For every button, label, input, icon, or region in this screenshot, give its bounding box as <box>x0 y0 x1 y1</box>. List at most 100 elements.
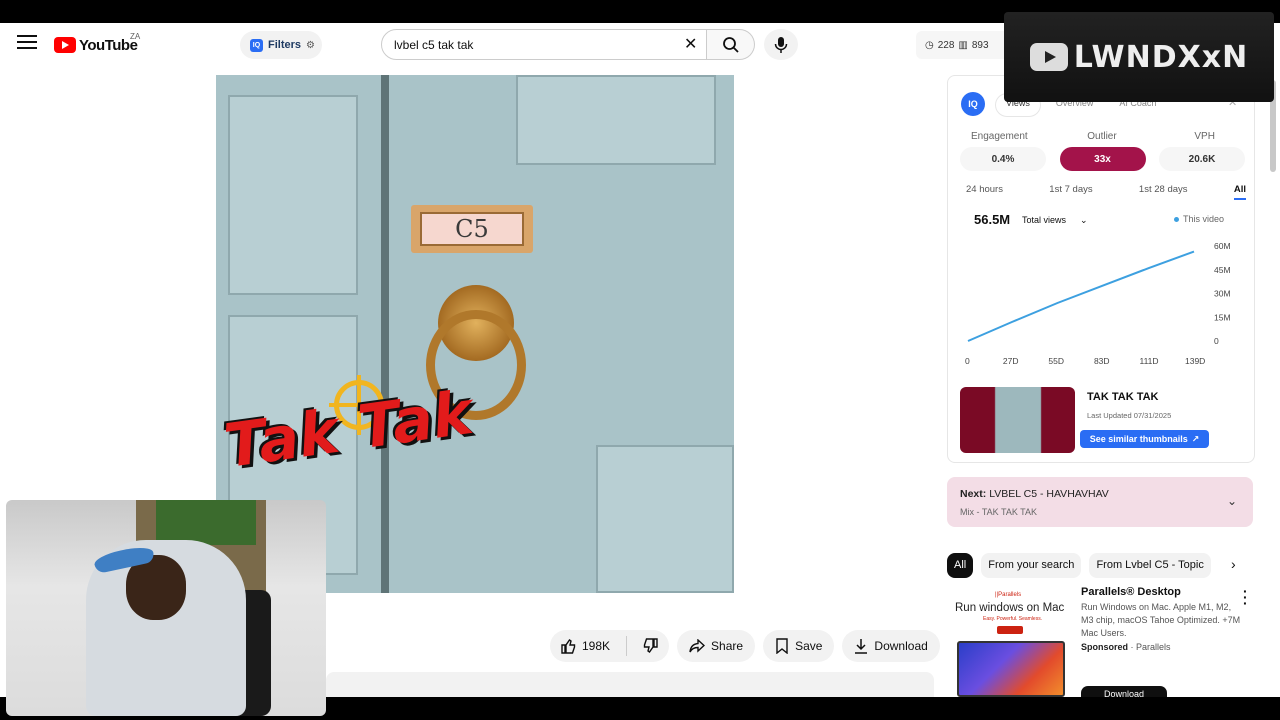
metric-label-outlier: Outlier <box>1087 131 1117 142</box>
similar-label: See similar thumbnails <box>1089 434 1188 444</box>
download-button[interactable]: Download <box>842 630 940 662</box>
filter-chips: All From your search From Lvbel C5 - Top… <box>947 552 1253 578</box>
clock-icon: ◷ <box>925 39 934 51</box>
youtube-play-icon <box>1029 43 1068 71</box>
save-button[interactable]: Save <box>763 630 835 662</box>
share-button[interactable]: Share <box>677 630 756 662</box>
metric-vph: 20.6K <box>1159 147 1245 171</box>
metric-label-vph: VPH <box>1194 131 1215 142</box>
y-tick-label: 60M <box>1214 241 1231 251</box>
download-label: Download <box>874 639 928 653</box>
door-gap <box>381 75 389 593</box>
range-tabs: 24 hours 1st 7 days 1st 28 days All <box>966 184 1246 200</box>
next-up-box[interactable]: Next: LVBEL C5 - HAVHAVHAV Mix - TAK TAK… <box>947 477 1253 527</box>
next-subtitle: Mix - TAK TAK TAK <box>960 507 1038 517</box>
overlay-channel-name: LWNDXxN <box>1073 39 1249 75</box>
webcam-overlay <box>6 500 326 716</box>
ad-description: Run Windows on Mac. Apple M1, M2, M3 chi… <box>1081 602 1241 638</box>
range-24h[interactable]: 24 hours <box>966 184 1003 200</box>
legend-dot-icon <box>1174 216 1179 222</box>
like-dislike-group: 198K <box>550 630 670 662</box>
metric-values: 0.4% 33x 20.6K <box>960 147 1245 171</box>
filters-button[interactable]: IQ Filters ⚙ <box>240 31 322 59</box>
webcam-plant <box>156 500 256 545</box>
dislike-button[interactable] <box>633 630 669 662</box>
microphone-icon <box>774 36 788 53</box>
door-panel <box>516 75 716 165</box>
ad-brand-tag: ||Parallels <box>995 592 1022 598</box>
ad-screen-graphic <box>957 641 1065 697</box>
ad-image[interactable]: ||Parallels Run windows on Mac Easy. Pow… <box>947 586 1073 697</box>
like-count: 198K <box>582 639 611 653</box>
stat-left: 228 <box>937 39 955 51</box>
plate-text: C5 <box>420 212 524 246</box>
more-vert-icon[interactable]: · · · <box>1243 584 1248 610</box>
x-tick-label: 27D <box>1003 356 1019 366</box>
y-tick-label: 45M <box>1214 265 1231 275</box>
description-box[interactable] <box>326 672 934 697</box>
ad-headline: Run windows on Mac <box>955 602 1065 614</box>
thumbs-down-icon <box>643 638 658 653</box>
y-tick-label: 0 <box>1214 336 1219 346</box>
chevron-right-icon[interactable]: › <box>1231 556 1236 572</box>
external-link-icon: ↗ <box>1191 433 1200 444</box>
search-button[interactable] <box>707 29 755 60</box>
range-all[interactable]: All <box>1233 184 1246 200</box>
youtube-logo[interactable]: YouTube <box>54 35 138 55</box>
views-select-label: Total views <box>1022 215 1067 225</box>
legend-label: This video <box>1183 214 1225 224</box>
door-panel <box>596 445 734 593</box>
divider <box>626 636 628 656</box>
chart-legend: This video <box>1174 214 1224 224</box>
voice-search-button[interactable] <box>764 29 798 60</box>
youtube-play-icon <box>54 37 76 53</box>
share-label: Share <box>711 639 744 653</box>
y-tick-label: 30M <box>1214 289 1231 299</box>
y-tick-label: 15M <box>1214 312 1231 322</box>
see-similar-thumbnails-button[interactable]: See similar thumbnails ↗ <box>1080 430 1209 448</box>
search-input[interactable] <box>394 37 674 52</box>
iq-logo: IQ <box>961 92 985 116</box>
video-actions: 198K Share Save Download ••• <box>550 630 980 662</box>
advertiser-name: Parallels <box>1136 642 1171 652</box>
ad-mini-button <box>997 626 1023 634</box>
video-thumbnail[interactable] <box>960 387 1075 453</box>
country-code: ZA <box>130 32 141 41</box>
sponsored-ad[interactable]: ||Parallels Run windows on Mac Easy. Pow… <box>947 584 1253 700</box>
streamer-logo-overlay: LWNDXxN <box>1004 12 1274 102</box>
views-total: 56.5M <box>974 212 1011 227</box>
iq-badge-icon: IQ <box>250 38 263 52</box>
sponsored-label: Sponsored <box>1081 642 1129 652</box>
ad-meta: Sponsored · Parallels <box>1081 642 1171 652</box>
ad-tagline: Easy. Powerful. Seamless. <box>983 616 1043 622</box>
sliders-icon: ⚙ <box>306 39 315 51</box>
last-updated: Last Updated 07/31/2025 <box>1087 411 1172 420</box>
search-box[interactable] <box>381 29 707 60</box>
views-line-chart: 60M 45M 30M 15M 0 0 27D 55D 83D 111D 139D <box>965 241 1231 366</box>
extension-stats[interactable]: ◷ 228 ▥ 893 <box>916 31 1012 59</box>
x-tick-label: 0 <box>965 356 970 366</box>
chip-all[interactable]: All <box>947 552 974 578</box>
metric-labels: Engagement Outlier VPH <box>948 131 1256 142</box>
menu-icon[interactable] <box>17 35 37 53</box>
chip-from-channel[interactable]: From Lvbel C5 - Topic <box>1089 552 1211 578</box>
x-tick-label: 83D <box>1094 356 1110 366</box>
views-select[interactable]: Total views ⌄ <box>1018 212 1094 228</box>
chevron-down-icon[interactable]: ⌄ <box>1227 494 1237 508</box>
next-video-title: LVBEL C5 - HAVHAVHAV <box>989 488 1109 500</box>
like-button[interactable]: 198K <box>550 630 620 662</box>
clear-search-icon[interactable]: ✕ <box>684 34 697 54</box>
series-line <box>967 250 1195 342</box>
chip-from-search[interactable]: From your search <box>981 552 1082 578</box>
next-title: Next: LVBEL C5 - HAVHAVHAV <box>960 488 1109 500</box>
door-panel <box>228 95 358 295</box>
thumbs-up-icon <box>561 639 576 654</box>
metric-outlier: 33x <box>1059 147 1146 171</box>
next-label: Next: <box>960 488 987 500</box>
views-chart: 56.5M Total views ⌄ This video 60M 45M 30M… <box>962 206 1242 371</box>
x-tick-label: 55D <box>1048 356 1064 366</box>
range-28d[interactable]: 1st 28 days <box>1139 184 1188 200</box>
range-7d[interactable]: 1st 7 days <box>1049 184 1092 200</box>
bookmark-icon <box>776 638 788 654</box>
metric-label-engagement: Engagement <box>970 131 1028 142</box>
